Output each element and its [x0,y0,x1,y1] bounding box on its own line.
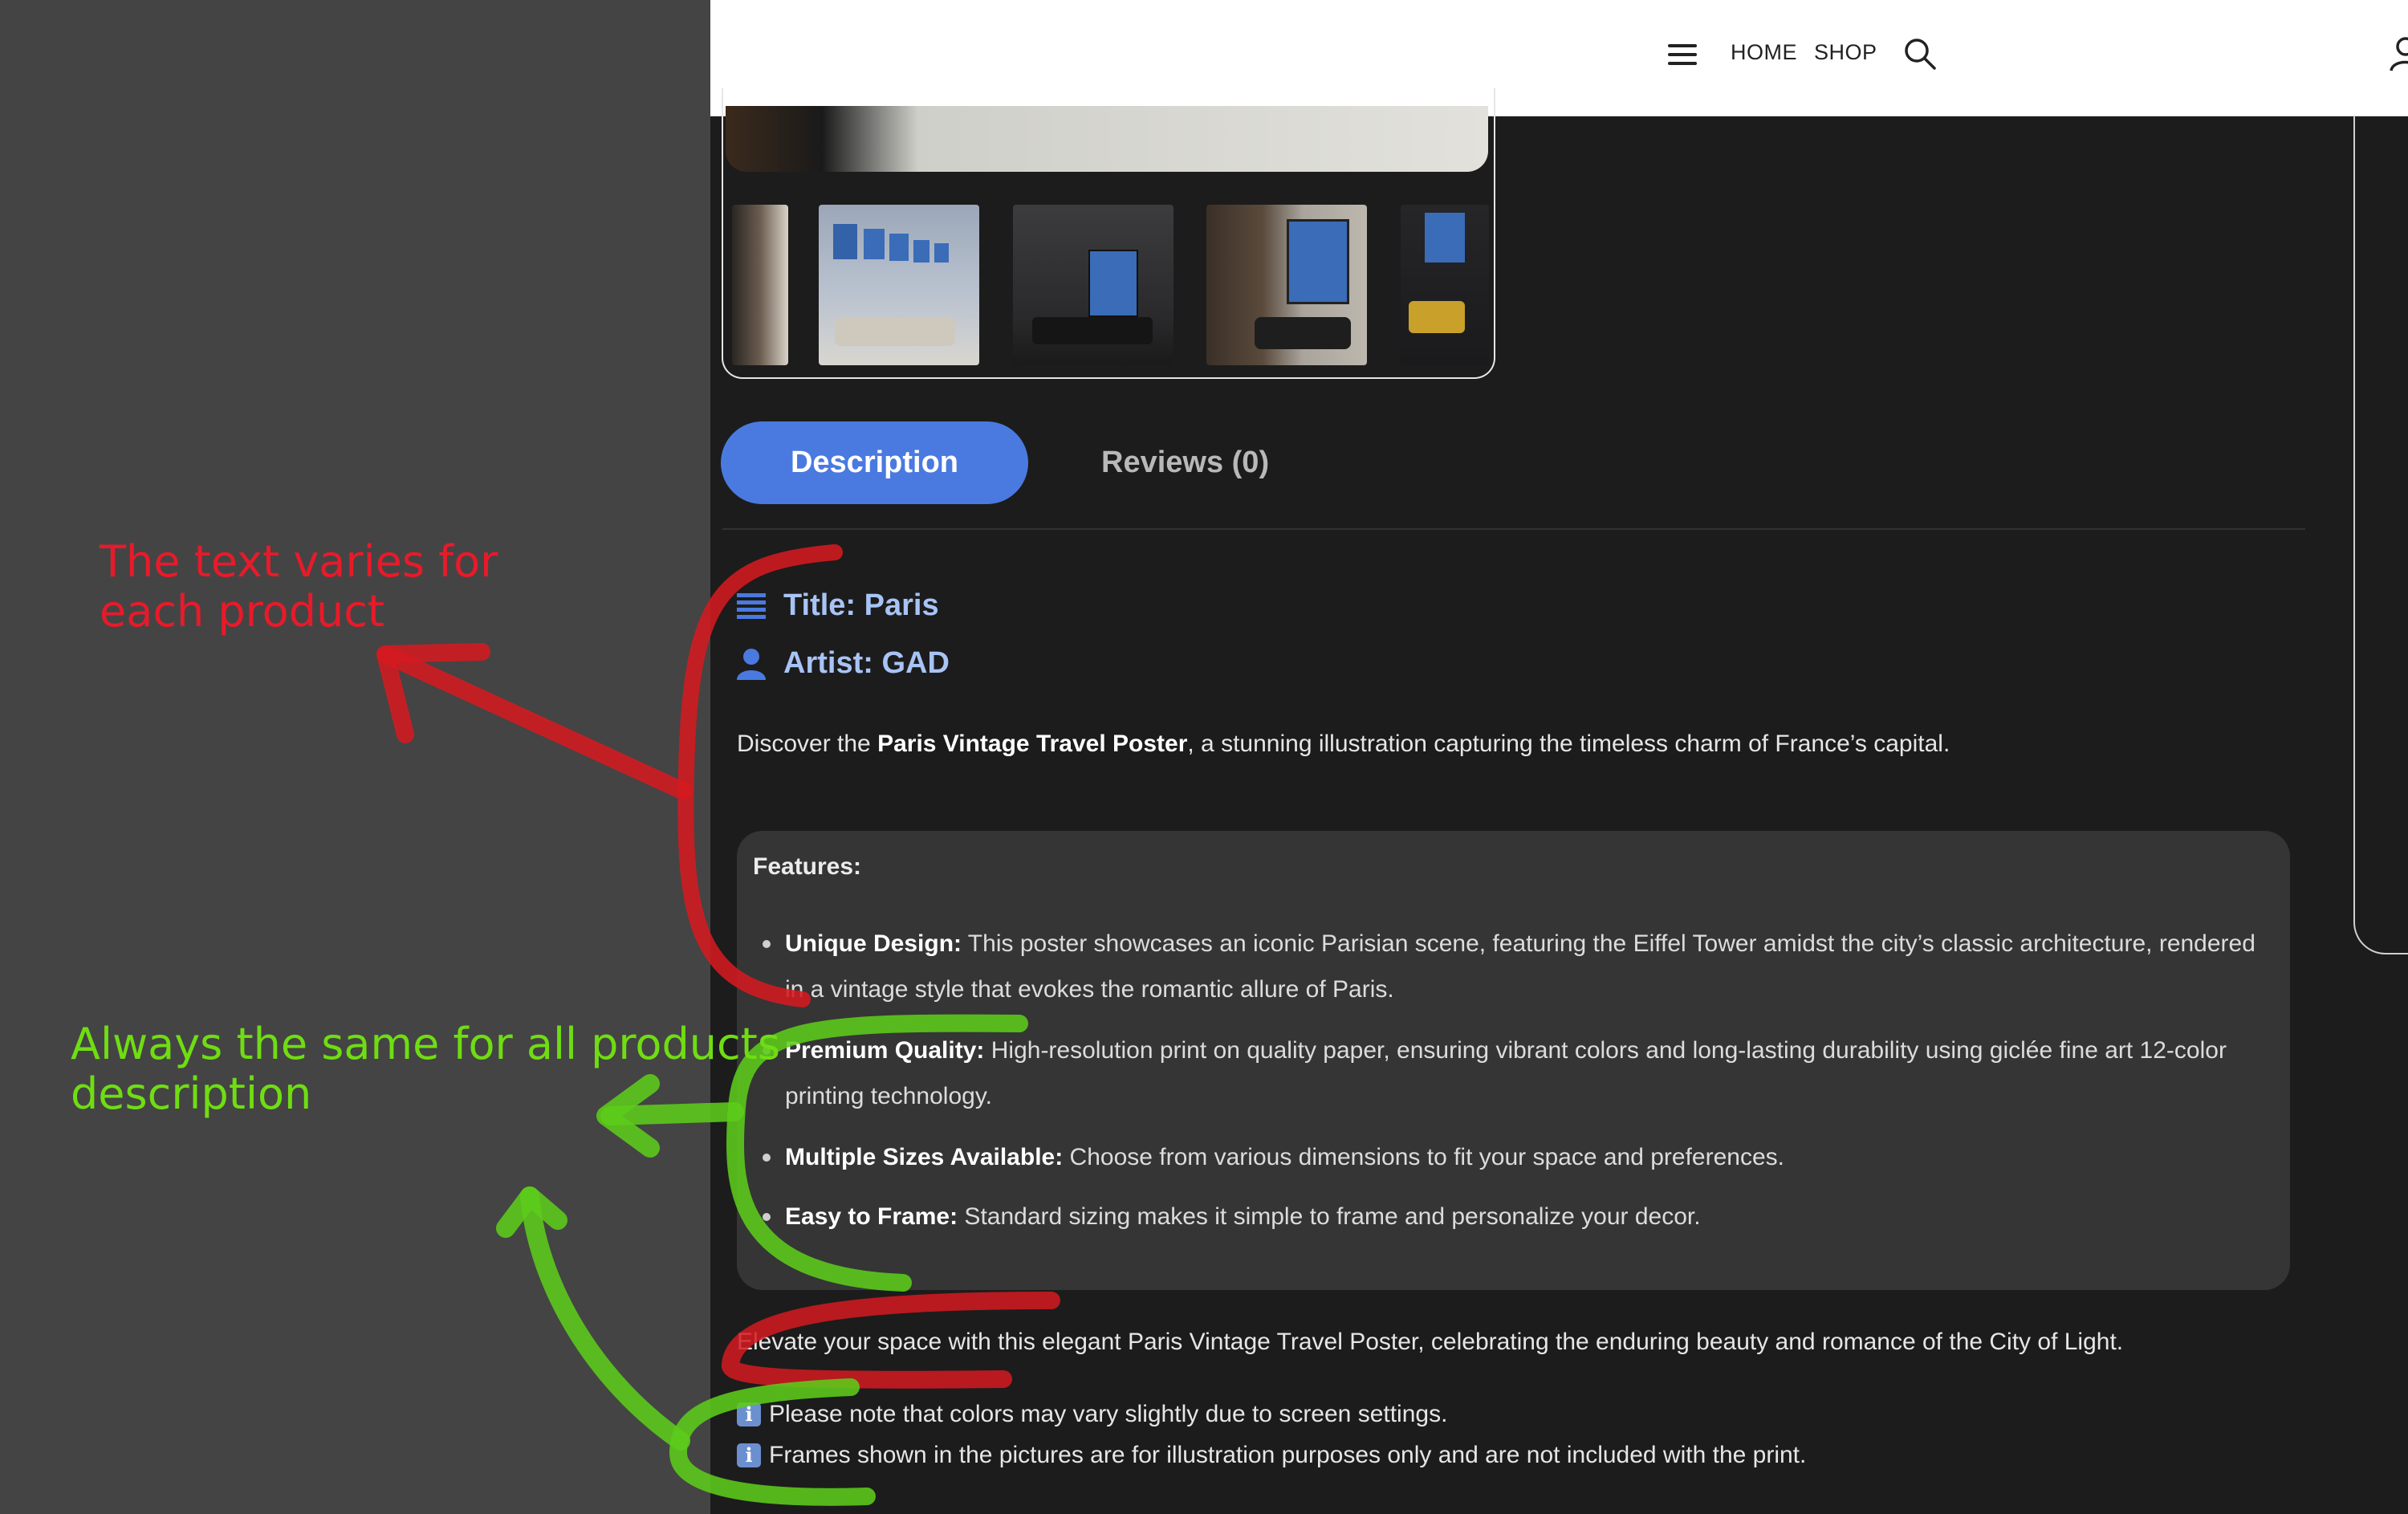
annotation-overlay [376,544,1060,1506]
annotation-same: Always the same for all products descrip… [71,1020,780,1119]
green-notes-bracket [669,1378,876,1506]
red-arrow-shaft [376,645,691,800]
green-curved-arrow [520,1186,690,1451]
annotation-varies-line1: The text varies for [100,536,498,587]
annotation-varies-line2: each product [100,586,385,637]
red-bracket [677,544,843,1007]
annotation-varies: The text varies for each product [100,537,498,637]
annotation-same-line2: description [71,1068,312,1119]
annotation-same-line1: Always the same for all products [71,1019,780,1069]
red-closing-mark [722,1292,1060,1389]
